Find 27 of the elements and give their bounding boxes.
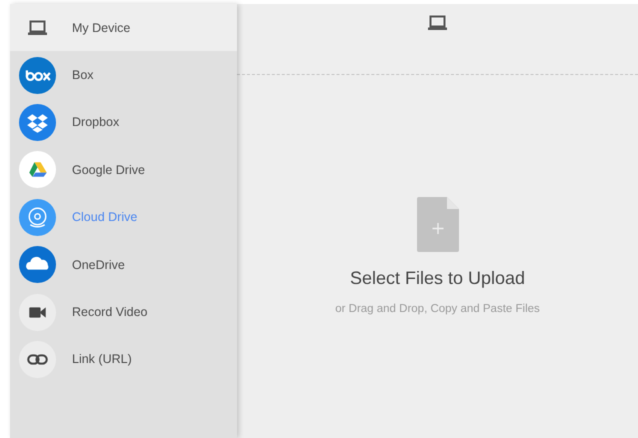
round-logo-icon xyxy=(19,198,56,236)
sidebar-item[interactable]: My Device xyxy=(10,4,237,52)
sidebar-item[interactable]: Google Drive xyxy=(10,146,237,194)
sidebar-item[interactable]: Record Video xyxy=(10,288,237,336)
laptop-icon xyxy=(28,20,47,36)
sidebar-item-label: OneDrive xyxy=(72,258,125,272)
round-logo-icon xyxy=(19,56,56,94)
video-camera-icon xyxy=(19,294,56,331)
sidebar-item[interactable]: OneDrive xyxy=(10,240,237,288)
triangle-logo-icon xyxy=(19,151,56,188)
sidebar-item-label: Cloud Drive xyxy=(72,210,138,224)
upload-title: Select Files to Upload xyxy=(350,268,526,289)
sidebar-item-label: Box xyxy=(72,68,94,82)
sidebar-item-label: Link (URL) xyxy=(72,352,132,366)
sidebar-item[interactable]: Dropbox xyxy=(10,98,237,146)
sidebar-item-label: My Device xyxy=(72,20,130,35)
upload-hint: or Drag and Drop, Copy and Paste Files xyxy=(335,303,540,315)
sidebar-item-label: Dropbox xyxy=(72,115,120,130)
sidebar-item[interactable]: Box xyxy=(10,51,237,99)
round-logo-icon xyxy=(19,104,56,141)
sidebar-item-label: Record Video xyxy=(72,305,148,320)
sidebar-item-label: Google Drive xyxy=(72,162,145,177)
sidebar-item[interactable]: Link (URL) xyxy=(10,336,237,384)
link-icon xyxy=(19,340,56,378)
laptop-icon xyxy=(428,15,447,31)
cloud-icon xyxy=(19,246,56,284)
add-file-icon[interactable] xyxy=(416,197,458,252)
